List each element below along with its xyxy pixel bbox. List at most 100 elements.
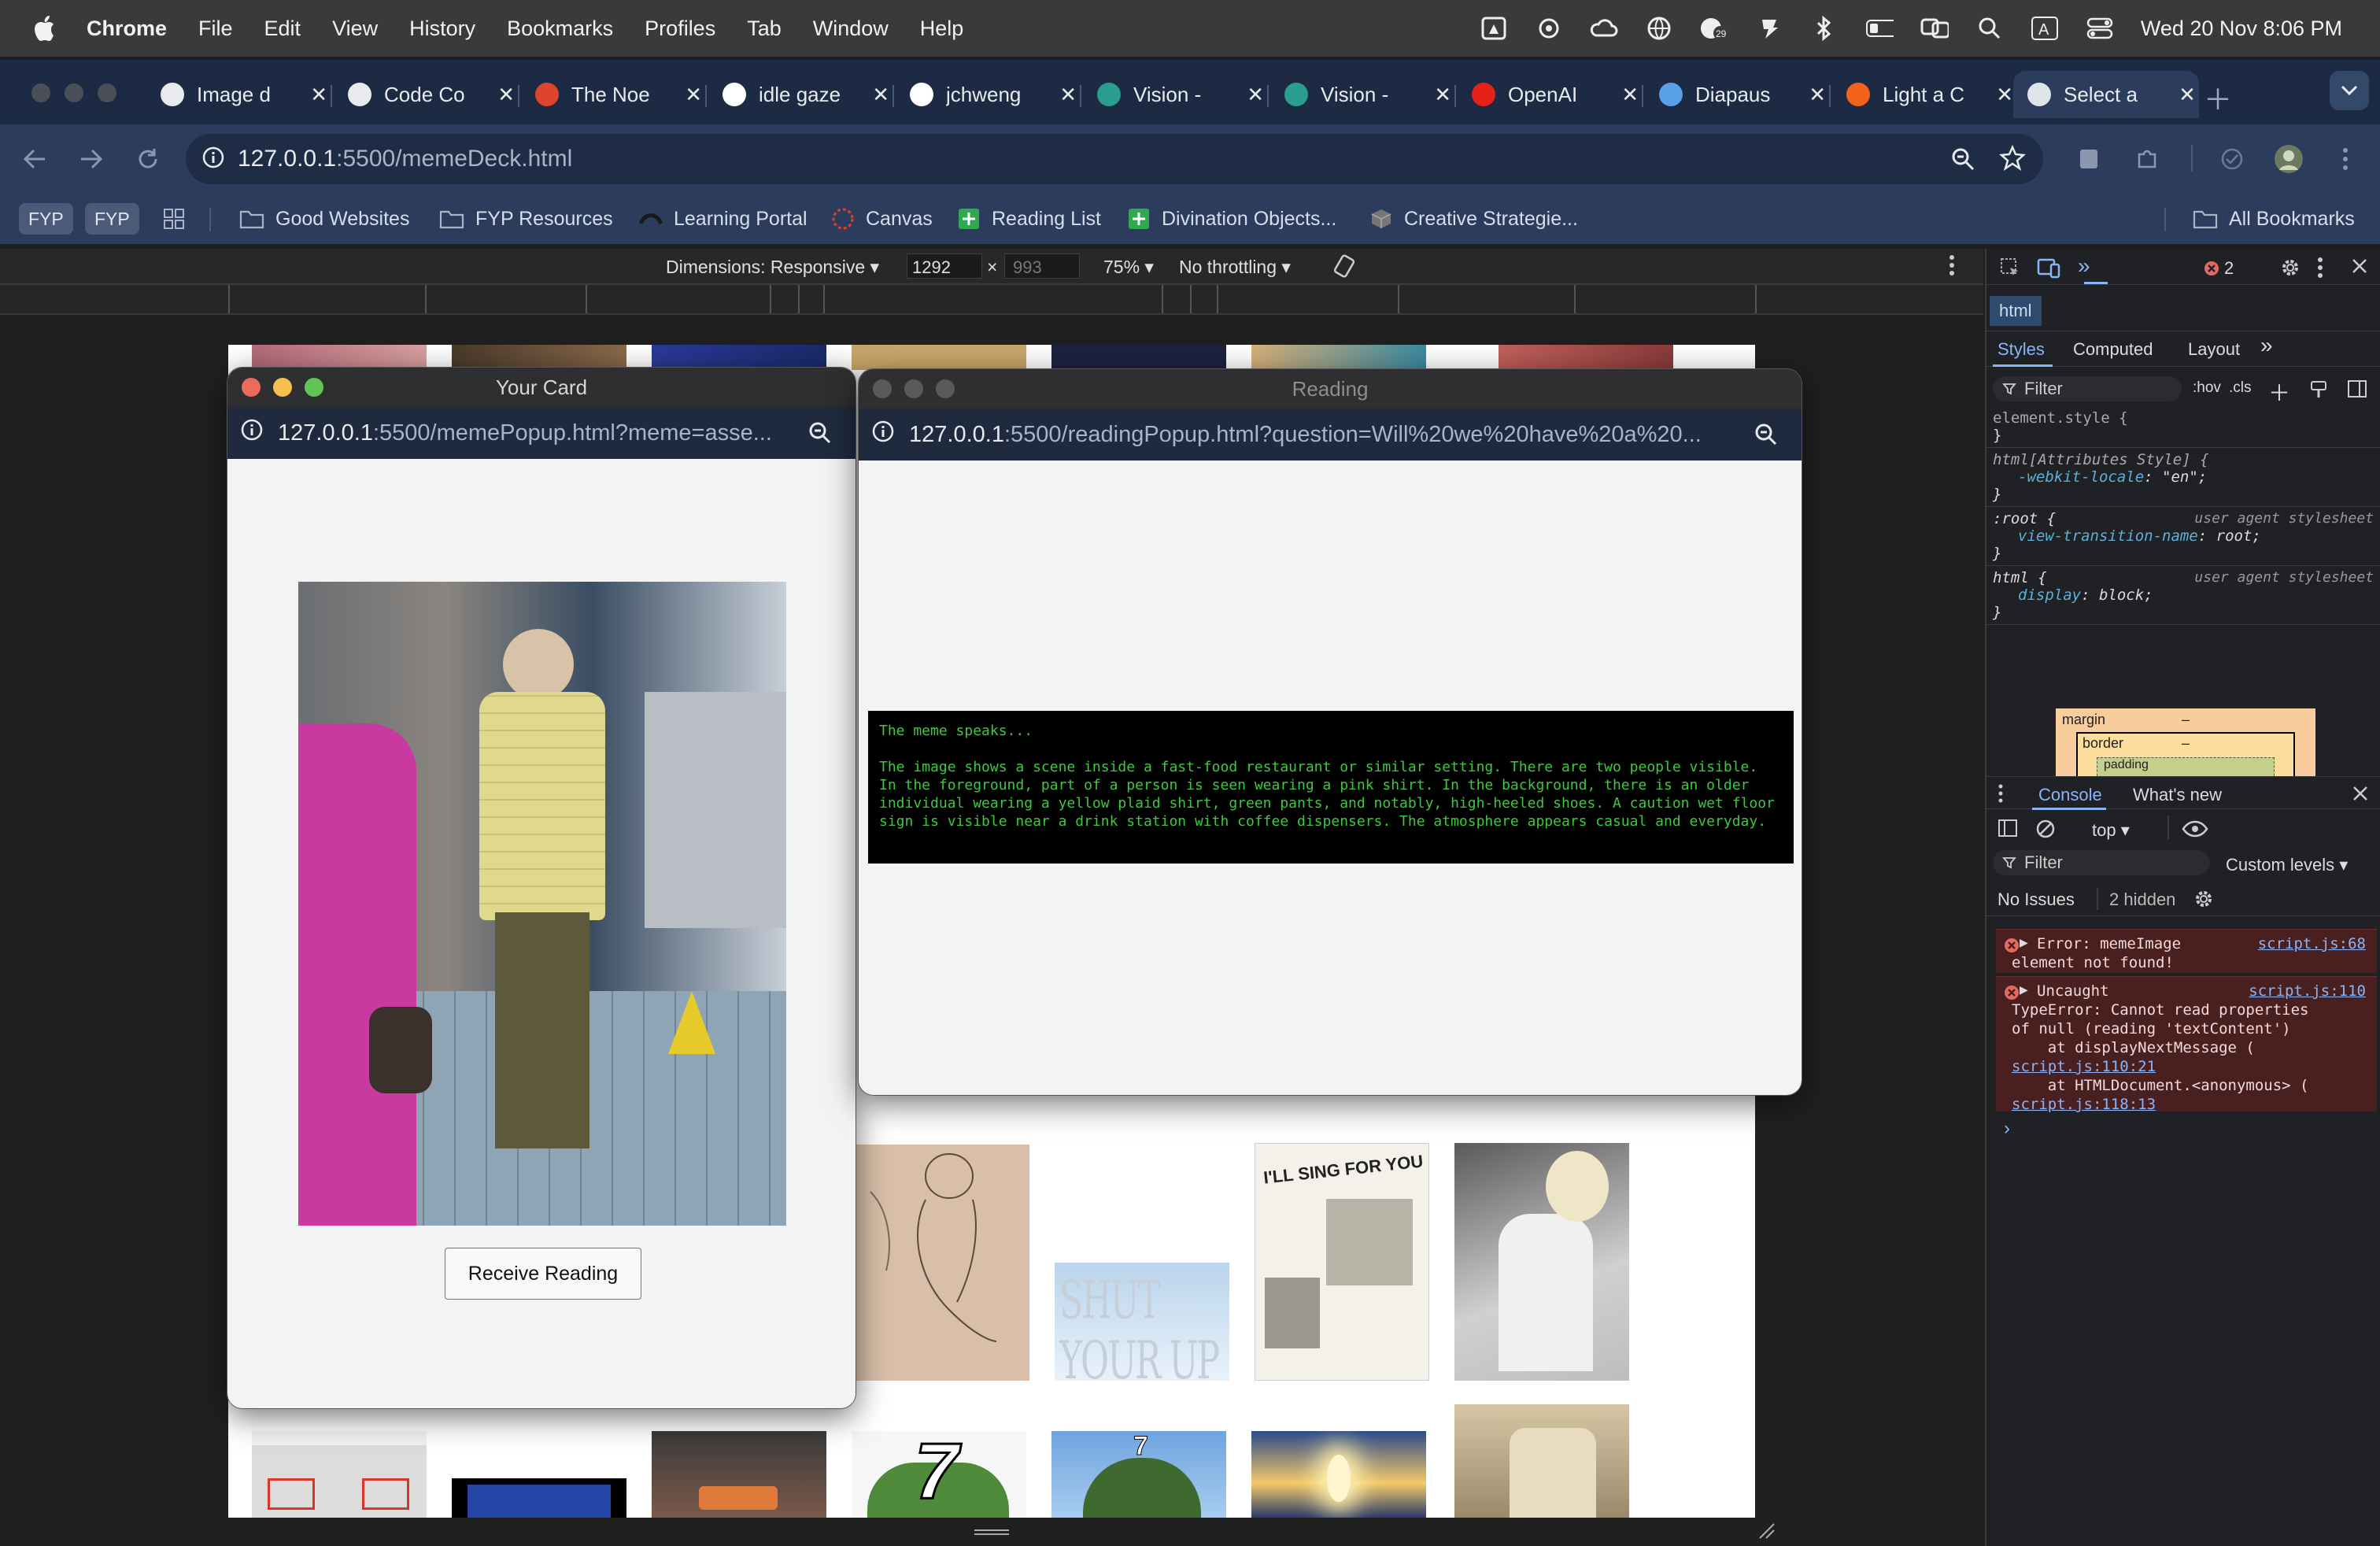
viewport-height-input[interactable]: 993 xyxy=(1004,253,1080,279)
tab-search-button[interactable] xyxy=(2330,71,2369,110)
profile-avatar[interactable] xyxy=(2271,142,2306,176)
back-button[interactable] xyxy=(17,142,52,176)
spotlight-search-icon[interactable] xyxy=(1975,14,2004,43)
meme-card-thumb[interactable] xyxy=(652,1431,826,1518)
receive-reading-button[interactable]: Receive Reading xyxy=(445,1248,641,1300)
meme-card-thumb[interactable] xyxy=(452,1478,626,1518)
browser-tab[interactable]: Vision - ✕ xyxy=(1083,71,1266,118)
sidebar-toggle-icon[interactable] xyxy=(2347,379,2367,403)
console-error-message[interactable]: ▶ Uncaught TypeError: Cannot read proper… xyxy=(1996,976,2377,1113)
tab-close-icon[interactable]: ✕ xyxy=(1807,83,1828,106)
tab-close-icon[interactable]: ✕ xyxy=(683,83,704,106)
input-source-icon[interactable]: A xyxy=(2031,14,2059,43)
bookmark-good-websites[interactable]: Good Websites xyxy=(239,202,409,236)
tab-whats-new[interactable]: What's new xyxy=(2133,785,2222,805)
meme-card-thumb[interactable] xyxy=(252,1431,427,1518)
window-zoom-button[interactable] xyxy=(98,83,116,102)
tab-close-icon[interactable]: ✕ xyxy=(1245,83,1266,106)
control-center-icon[interactable] xyxy=(2086,14,2114,43)
meme-card-thumb[interactable] xyxy=(1499,345,1673,370)
meme-card-thumb[interactable]: 7 xyxy=(1051,1431,1226,1518)
console-settings-gear-icon[interactable] xyxy=(2193,888,2215,915)
address-bar[interactable]: 127.0.0.1:5500/memeDeck.html xyxy=(186,134,2043,184)
window-close-button[interactable] xyxy=(31,83,50,102)
more-panels-icon[interactable]: » xyxy=(2078,253,2090,279)
devtools-more-icon[interactable] xyxy=(2317,257,2323,283)
breadcrumb-html[interactable]: html xyxy=(1990,296,2042,326)
inspect-element-icon[interactable] xyxy=(1999,257,2021,283)
tab-close-icon[interactable]: ✕ xyxy=(1058,83,1078,106)
close-drawer-icon[interactable] xyxy=(2352,785,2369,807)
new-tab-button[interactable]: ＋ xyxy=(2204,77,2232,118)
popup-close-button[interactable] xyxy=(242,378,261,397)
browser-tab[interactable]: Light a C ✕ xyxy=(1832,71,2015,118)
bookmark-chip-fyp-1[interactable]: FYP xyxy=(19,203,73,235)
bookmark-reading-list[interactable]: Reading List xyxy=(957,202,1101,236)
popup-url[interactable]: 127.0.0.1:5500/memePopup.html?meme=asse.… xyxy=(278,420,772,446)
browser-tab[interactable]: jchweng ✕ xyxy=(896,71,1078,118)
popup-zoom-button[interactable] xyxy=(936,379,955,398)
console-prompt[interactable]: › xyxy=(2004,1118,2010,1140)
browser-tab[interactable]: Vision - ✕ xyxy=(1270,71,1453,118)
tab-close-icon[interactable]: ✕ xyxy=(1994,83,2015,106)
popup-close-button[interactable] xyxy=(873,379,892,398)
paint-icon[interactable] xyxy=(2309,379,2328,405)
rotate-icon[interactable] xyxy=(1332,253,1357,283)
viewport-resize-handle-corner[interactable] xyxy=(1758,1522,1776,1544)
menu-window[interactable]: Window xyxy=(813,17,889,41)
browser-tab[interactable]: Code Co ✕ xyxy=(334,71,516,118)
bookmark-divination-objects[interactable]: Divination Objects... xyxy=(1127,202,1336,236)
meme-card-thumb[interactable] xyxy=(1051,345,1226,370)
meme-card-thumb[interactable] xyxy=(852,345,1026,370)
cls-toggle[interactable]: .cls xyxy=(2229,379,2252,397)
box-model-margin[interactable]: margin – border – padding xyxy=(2056,708,2315,787)
extensions-icon[interactable] xyxy=(2130,142,2164,176)
all-bookmarks-button[interactable]: All Bookmarks xyxy=(2193,202,2355,236)
style-rule[interactable]: html { user agent stylesheet display: bl… xyxy=(1986,566,2380,625)
popup-address-bar[interactable]: 127.0.0.1:5500/memePopup.html?meme=asse.… xyxy=(227,407,856,459)
tab-styles[interactable]: Styles xyxy=(1998,339,2045,360)
close-devtools-icon[interactable] xyxy=(2350,257,2369,280)
popup-minimize-button[interactable] xyxy=(904,379,923,398)
tab-computed[interactable]: Computed xyxy=(2073,339,2153,360)
menu-edit[interactable]: Edit xyxy=(264,17,301,41)
globe-icon[interactable] xyxy=(1645,14,1673,43)
meme-card-thumb[interactable] xyxy=(855,1145,1029,1381)
viewport-resize-handle-bottom[interactable] xyxy=(973,1526,1011,1540)
openai-icon[interactable] xyxy=(1535,14,1563,43)
style-rule[interactable]: :root { user agent stylesheet view-trans… xyxy=(1986,507,2380,566)
context-select[interactable]: top ▾ xyxy=(2092,820,2130,841)
console-error-message[interactable]: ▶ Error: memeImage element not found! sc… xyxy=(1996,929,2377,973)
meme-card-thumb[interactable] xyxy=(1251,345,1426,370)
hidden-count-label[interactable]: 2 hidden xyxy=(2109,890,2175,910)
style-rule[interactable]: html[Attributes Style] { -webkit-locale:… xyxy=(1986,448,2380,507)
address-url[interactable]: 127.0.0.1:5500/memeDeck.html xyxy=(238,146,572,172)
bolt-icon[interactable] xyxy=(1755,14,1783,43)
menu-view[interactable]: View xyxy=(332,17,378,41)
menu-bookmarks[interactable]: Bookmarks xyxy=(507,17,613,41)
throttling-select[interactable]: No throttling ▾ xyxy=(1179,257,1291,278)
zoom-icon[interactable] xyxy=(1950,146,1975,176)
console-sidebar-icon[interactable] xyxy=(1998,819,2018,842)
new-rule-icon[interactable]: ＋ xyxy=(2268,376,2290,408)
zoom-icon[interactable] xyxy=(1754,423,1778,453)
tab-console[interactable]: Console xyxy=(2038,785,2102,805)
meme-card-thumb[interactable] xyxy=(1251,1431,1426,1518)
popup-titlebar[interactable]: Your Card xyxy=(227,368,856,407)
device-toolbar-more-icon[interactable] xyxy=(1949,253,1955,282)
forward-button[interactable] xyxy=(74,142,109,176)
bookmark-star-icon[interactable] xyxy=(1999,144,2026,176)
drive-icon[interactable] xyxy=(1480,14,1508,43)
tab-close-icon[interactable]: ✕ xyxy=(870,83,891,106)
tab-close-icon[interactable]: ✕ xyxy=(1620,83,1640,106)
more-menu-icon[interactable] xyxy=(2328,142,2363,176)
bookmark-chip-fyp-2[interactable]: FYP xyxy=(85,203,139,235)
menu-profiles[interactable]: Profiles xyxy=(645,17,715,41)
bookmark-fyp-resources[interactable]: FYP Resources xyxy=(439,202,613,236)
browser-tab[interactable]: Image d ✕ xyxy=(146,71,329,118)
tab-close-icon[interactable]: ✕ xyxy=(2177,83,2197,106)
apps-grid-icon[interactable] xyxy=(162,202,186,236)
zoom-icon[interactable] xyxy=(808,421,832,451)
notification-badge-icon[interactable]: 29 xyxy=(1700,14,1728,43)
viewport-width-input[interactable]: 1292 xyxy=(907,253,982,279)
